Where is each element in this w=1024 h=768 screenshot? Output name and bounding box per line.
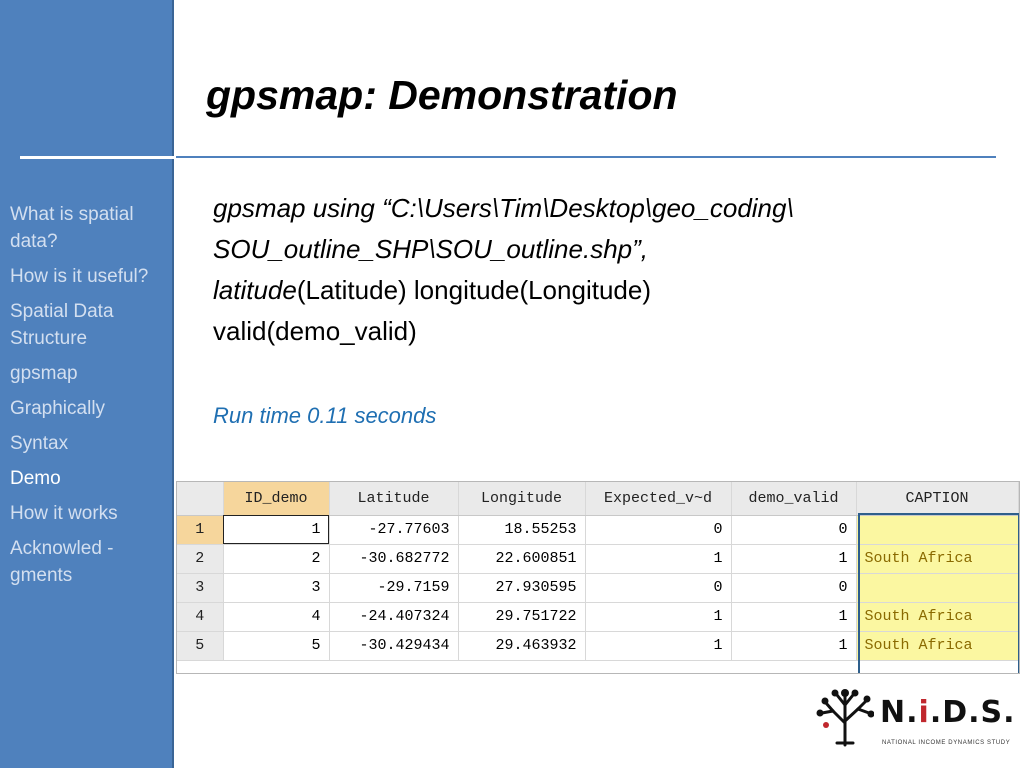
corner-cell[interactable] [177,482,224,516]
cell-caption[interactable] [856,573,1019,603]
cell-id-demo[interactable]: 1 [223,515,330,545]
row-number[interactable]: 2 [177,544,224,574]
nav-item-how-it-works[interactable]: How it works [10,500,170,527]
cell-latitude[interactable]: -30.682772 [329,544,459,574]
nav-item-demo[interactable]: Demo [10,465,170,492]
cell-longitude[interactable]: 29.463932 [458,631,586,661]
cell-expected-valid[interactable]: 0 [585,515,732,545]
nav-item-syntax[interactable]: Syntax [10,430,170,457]
cell-longitude[interactable]: 27.930595 [458,573,586,603]
tree-logo-icon [816,689,874,747]
data-browser-grid: ID_demo Latitude Longitude Expected_v~d … [176,481,1020,674]
table-row: 3 3 -29.7159 27.930595 0 0 [177,573,1019,603]
cell-expected-valid[interactable]: 1 [585,602,732,632]
nav-item-graphically[interactable]: Graphically [10,395,170,422]
nav-item-acknowledgments[interactable]: Acknowled - gments [10,535,170,589]
cell-caption[interactable] [856,515,1019,545]
cell-id-demo[interactable]: 2 [223,544,330,574]
column-header-latitude[interactable]: Latitude [329,482,459,516]
cell-caption[interactable]: South Africa [856,602,1019,632]
command-line-2: SOU_outline_SHP\SOU_outline.shp”, [213,234,649,264]
row-number[interactable]: 3 [177,573,224,603]
nav-item-how-is-it-useful[interactable]: How is it useful? [10,263,170,290]
cell-demo-valid[interactable]: 1 [731,602,857,632]
header-row: ID_demo Latitude Longitude Expected_v~d … [177,482,1019,516]
cell-demo-valid[interactable]: 0 [731,573,857,603]
logo-wordmark: N.i.D.S. [880,695,1016,730]
command-line-1: gpsmap using “C:\Users\Tim\Desktop\geo_c… [213,193,794,223]
column-header-caption[interactable]: CAPTION [856,482,1019,516]
command-text: gpsmap using “C:\Users\Tim\Desktop\geo_c… [213,188,973,352]
data-table: ID_demo Latitude Longitude Expected_v~d … [177,482,1019,661]
cell-id-demo[interactable]: 5 [223,631,330,661]
cell-expected-valid[interactable]: 1 [585,631,732,661]
cell-demo-valid[interactable]: 1 [731,544,857,574]
cell-caption[interactable]: South Africa [856,544,1019,574]
table-row: 5 5 -30.429434 29.463932 1 1 South Afric… [177,631,1019,661]
nav-item-what-is-spatial-data[interactable]: What is spatial data? [10,201,170,255]
row-number[interactable]: 4 [177,602,224,632]
row-number[interactable]: 5 [177,631,224,661]
cell-id-demo[interactable]: 4 [223,602,330,632]
runtime-text: Run time 0.11 seconds [213,403,437,428]
sidebar: What is spatial data? How is it useful? … [0,0,174,768]
title-divider [176,156,996,158]
cell-expected-valid[interactable]: 1 [585,544,732,574]
cell-longitude[interactable]: 18.55253 [458,515,586,545]
nav-item-gpsmap[interactable]: gpsmap [10,360,170,387]
sidebar-nav: What is spatial data? How is it useful? … [10,201,170,597]
command-lat-keyword: latitude [213,275,297,305]
cell-latitude[interactable]: -29.7159 [329,573,459,603]
slide-title: gpsmap: Demonstration [206,72,678,118]
logo-subtitle: NATIONAL INCOME DYNAMICS STUDY [882,740,1011,746]
cell-longitude[interactable]: 29.751722 [458,602,586,632]
cell-caption[interactable]: South Africa [856,631,1019,661]
command-line-4: valid(demo_valid) [213,316,417,346]
nav-item-spatial-data-structure[interactable]: Spatial Data Structure [10,298,170,352]
cell-demo-valid[interactable]: 1 [731,631,857,661]
column-header-id-demo[interactable]: ID_demo [223,482,330,516]
command-lat-rest: (Latitude) longitude(Longitude) [296,275,651,305]
table-row: 1 1 -27.77603 18.55253 0 0 [177,515,1019,545]
column-header-demo-valid[interactable]: demo_valid [731,482,857,516]
cell-demo-valid[interactable]: 0 [731,515,857,545]
title-divider-left [20,156,176,159]
table-row: 2 2 -30.682772 22.600851 1 1 South Afric… [177,544,1019,574]
row-number[interactable]: 1 [177,515,224,545]
cell-expected-valid[interactable]: 0 [585,573,732,603]
cell-longitude[interactable]: 22.600851 [458,544,586,574]
column-header-longitude[interactable]: Longitude [458,482,586,516]
cell-latitude[interactable]: -24.407324 [329,602,459,632]
table-row: 4 4 -24.407324 29.751722 1 1 South Afric… [177,602,1019,632]
nids-logo: N.i.D.S. NATIONAL INCOME DYNAMICS STUDY [816,685,1016,751]
cell-id-demo[interactable]: 3 [223,573,330,603]
column-header-expected-valid[interactable]: Expected_v~d [585,482,732,516]
cell-latitude[interactable]: -27.77603 [329,515,459,545]
cell-latitude[interactable]: -30.429434 [329,631,459,661]
